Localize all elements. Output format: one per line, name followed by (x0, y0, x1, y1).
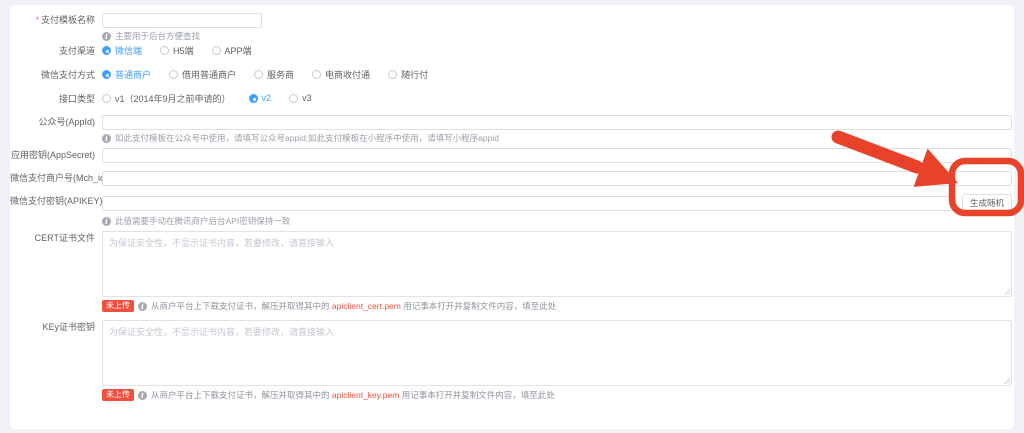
not-uploaded-badge: 未上传 (102, 300, 134, 312)
mchid-label: 微信支付商户号(Mch_id) (10, 171, 102, 186)
row-template-name: *支付模板名称 i 主要用于后台方便查找 (10, 13, 1014, 42)
row-appid: 公众号(AppId) i 如此支付模板在公众号中使用，请填写公众号appid;如… (10, 115, 1014, 144)
key-file-name: apiclient_key.pem (332, 390, 399, 400)
radio-icon (249, 94, 258, 103)
radio-icon (160, 46, 169, 55)
row-appsecret: 应用密钥(AppSecret) (10, 148, 1014, 163)
radio-mode-service-provider[interactable]: 服务商 (254, 68, 294, 81)
info-icon: i (102, 134, 111, 143)
radio-icon (212, 46, 221, 55)
radio-icon (102, 94, 111, 103)
appid-hint: i 如此支付模板在公众号中使用，请填写公众号appid;如此支付模板在小程序中使… (102, 133, 1012, 144)
row-pay-channel: 支付渠道 微信端 H5端 APP端 (10, 44, 1014, 59)
radio-channel-app[interactable]: APP端 (212, 44, 252, 57)
radio-icon (388, 70, 397, 79)
apikey-hint: i 此值需要手动在腾讯商户后台API密钥保持一致 (102, 216, 1012, 227)
radio-icon (254, 70, 263, 79)
template-name-hint: i 主要用于后台方便查找 (102, 31, 1012, 42)
radio-icon (102, 46, 111, 55)
row-interface-type: 接口类型 v1（2014年9月之前申请的） v2 v3 (10, 92, 1014, 107)
template-name-label: *支付模板名称 (10, 13, 102, 28)
radio-mode-borrow-merchant[interactable]: 借用普通商户 (169, 68, 236, 81)
cert-file-textarea[interactable] (102, 231, 1012, 297)
wechat-pay-mode-label: 微信支付方式 (10, 68, 102, 83)
appid-label: 公众号(AppId) (10, 115, 102, 130)
radio-mode-normal-merchant[interactable]: 普通商户 (102, 68, 151, 81)
row-mchid: 微信支付商户号(Mch_id) (10, 171, 1014, 186)
generate-random-key-button[interactable]: 生成随机 (962, 194, 1012, 213)
radio-channel-wechat[interactable]: 微信端 (102, 44, 142, 57)
radio-api-v3[interactable]: v3 (289, 93, 312, 103)
appid-input[interactable] (102, 115, 1012, 130)
key-secret-label: KEy证书密钥 (10, 320, 102, 335)
required-asterisk: * (35, 15, 39, 25)
cert-upload-status: 未上传 i 从商户平台上下载支付证书，解压并取得其中的 apiclient_ce… (102, 300, 1012, 312)
payment-template-form-card: *支付模板名称 i 主要用于后台方便查找 支付渠道 微信端 H5端 APP端 微… (10, 5, 1014, 429)
radio-icon (289, 94, 298, 103)
cert-file-name: apiclient_cert.pem (332, 301, 401, 311)
radio-icon (312, 70, 321, 79)
apikey-input[interactable] (102, 196, 956, 211)
resize-grip-icon[interactable] (1003, 288, 1010, 295)
radio-mode-suixingfu[interactable]: 随行付 (388, 68, 428, 81)
row-cert-file: CERT证书文件 未上传 i 从商户平台上下载支付证书，解压并取得其中的 api… (10, 231, 1014, 312)
mchid-input[interactable] (102, 171, 1012, 186)
key-secret-textarea[interactable] (102, 320, 1012, 386)
radio-api-v1[interactable]: v1（2014年9月之前申请的） (102, 92, 231, 105)
row-apikey: 微信支付密钥(APIKEY) 生成随机 i 此值需要手动在腾讯商户后台API密钥… (10, 194, 1014, 227)
interface-type-label: 接口类型 (10, 92, 102, 107)
radio-channel-h5[interactable]: H5端 (160, 44, 194, 57)
resize-grip-icon[interactable] (1003, 377, 1010, 384)
appsecret-label: 应用密钥(AppSecret) (10, 148, 102, 163)
key-upload-status: 未上传 i 从商户平台上下载支付证书，解压并取得其中的 apiclient_ke… (102, 389, 1012, 401)
info-icon: i (102, 32, 111, 41)
radio-icon (169, 70, 178, 79)
appsecret-input[interactable] (102, 148, 1012, 163)
row-key-secret: KEy证书密钥 未上传 i 从商户平台上下载支付证书，解压并取得其中的 apic… (10, 320, 1014, 401)
info-icon: i (102, 217, 111, 226)
radio-mode-ecommerce[interactable]: 电商收付通 (312, 68, 370, 81)
cert-file-label: CERT证书文件 (10, 231, 102, 246)
row-wechat-pay-mode: 微信支付方式 普通商户 借用普通商户 服务商 电商收付通 随行付 (10, 68, 1014, 83)
pay-channel-label: 支付渠道 (10, 44, 102, 59)
radio-api-v2[interactable]: v2 (249, 93, 272, 103)
apikey-label: 微信支付密钥(APIKEY) (10, 194, 102, 209)
not-uploaded-badge: 未上传 (102, 389, 134, 401)
template-name-input[interactable] (102, 13, 262, 28)
info-icon: i (138, 391, 147, 400)
radio-icon (102, 70, 111, 79)
info-icon: i (138, 302, 147, 311)
